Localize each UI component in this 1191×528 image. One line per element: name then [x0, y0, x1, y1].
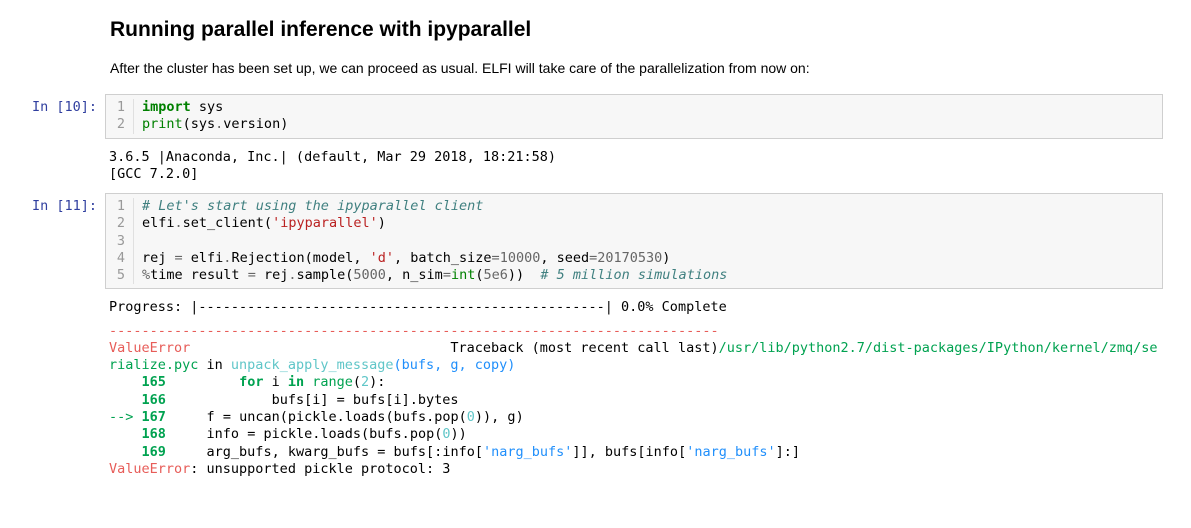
- line-number: 1: [106, 198, 134, 215]
- cell-output: 3.6.5 |Anaconda, Inc.| (default, Mar 29 …: [105, 145, 1163, 188]
- progress-output: Progress: |-----------------------------…: [105, 295, 1163, 320]
- line-number: 2: [106, 215, 134, 232]
- line-number: 4: [106, 250, 134, 267]
- line-number: 3: [106, 233, 134, 250]
- code-input[interactable]: 1 # Let's start using the ipyparallel cl…: [105, 193, 1163, 289]
- input-prompt: In [11]:: [0, 193, 105, 480]
- line-number: 2: [106, 116, 134, 133]
- intro-paragraph: After the cluster has been set up, we ca…: [110, 60, 1161, 76]
- code-input[interactable]: 1 import sys 2 print(sys.version): [105, 94, 1163, 139]
- traceback-output: ----------------------------------------…: [105, 321, 1163, 480]
- code-cell: In [11]: 1 # Let's start using the ipypa…: [0, 193, 1191, 480]
- line-number: 5: [106, 267, 134, 284]
- code-cell: In [10]: 1 import sys 2 print(sys.versio…: [0, 94, 1191, 187]
- input-prompt: In [10]:: [0, 94, 105, 187]
- line-number: 1: [106, 99, 134, 116]
- section-heading: Running parallel inference with ipyparal…: [110, 18, 1161, 42]
